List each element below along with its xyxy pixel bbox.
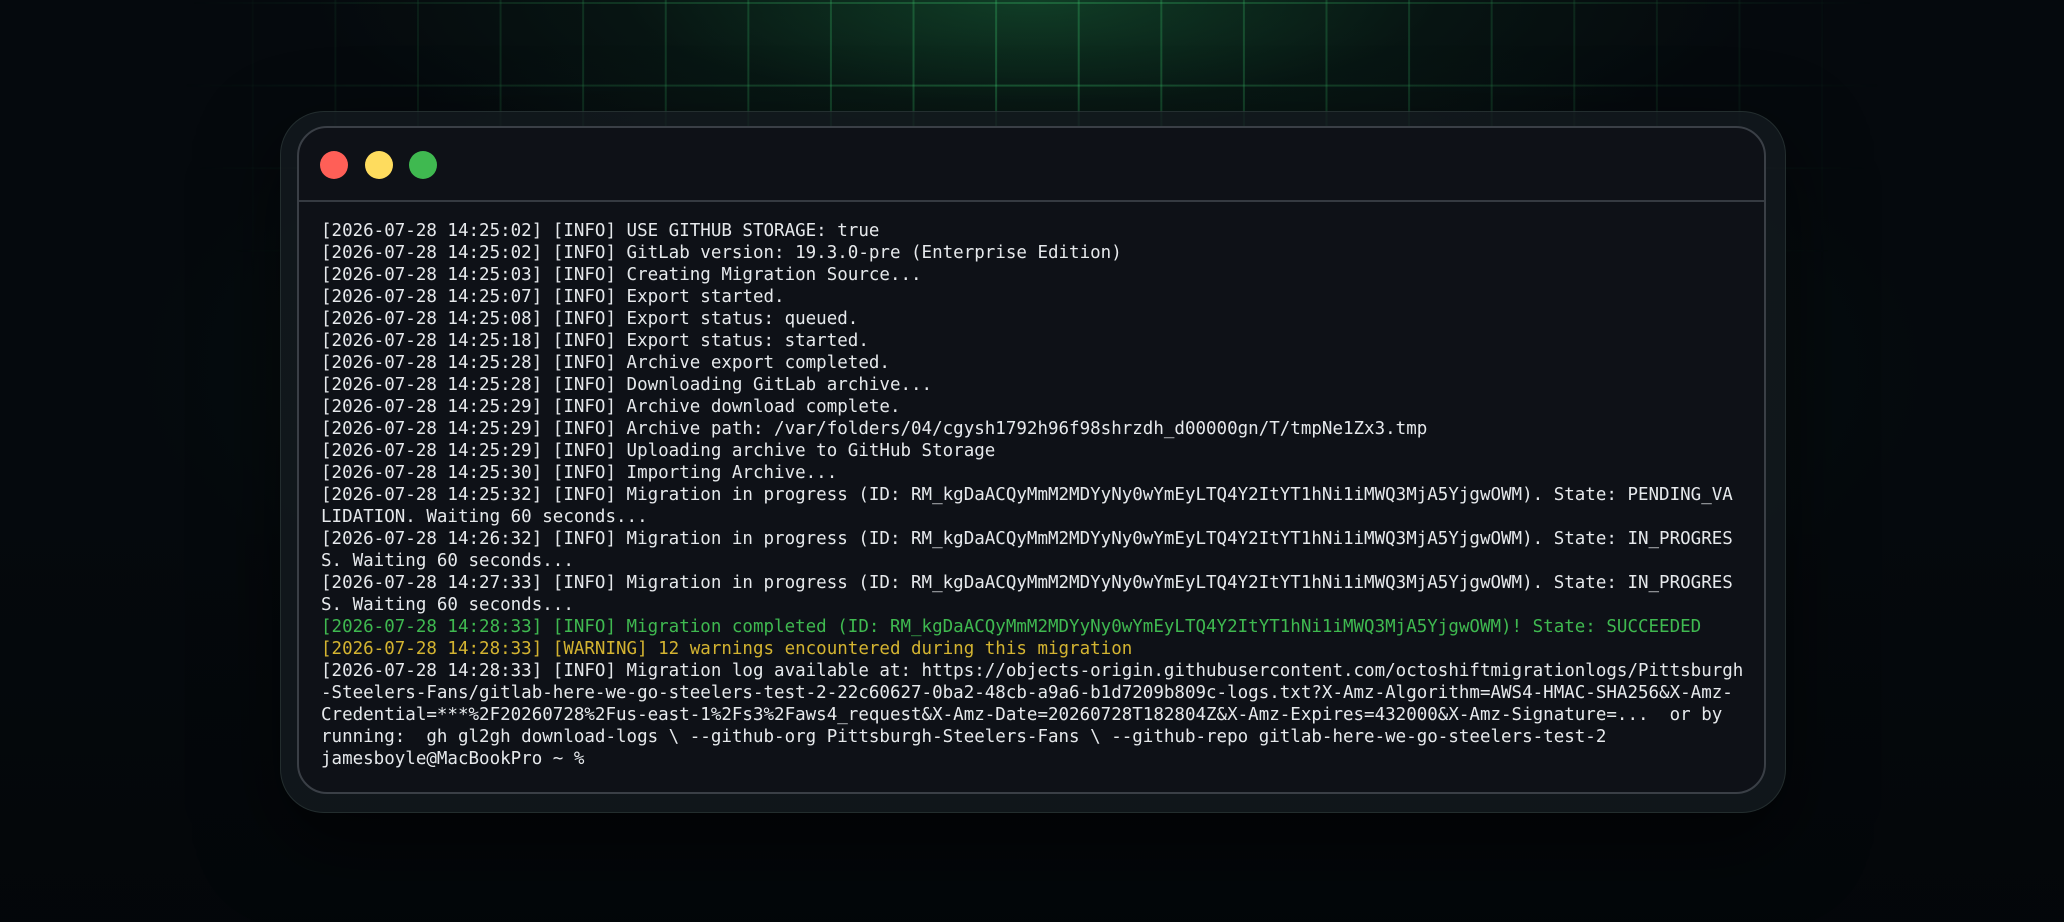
log-line: [2026-07-28 14:25:28] [INFO] Downloading… <box>321 375 933 395</box>
log-line: -Steelers-Fans/gitlab-here-we-go-steeler… <box>321 683 1733 703</box>
log-line: [2026-07-28 14:25:18] [INFO] Export stat… <box>321 331 869 351</box>
log-line: [2026-07-28 14:28:33] [INFO] Migration c… <box>321 617 1702 637</box>
close-button[interactable] <box>320 151 348 179</box>
log-line: running: gh gl2gh download-logs \ --gith… <box>321 727 1607 747</box>
log-line: [2026-07-28 14:28:33] [INFO] Migration l… <box>321 661 1744 681</box>
minimize-button[interactable] <box>365 151 393 179</box>
log-line: [2026-07-28 14:25:30] [INFO] Importing A… <box>321 463 838 483</box>
terminal-window: [2026-07-28 14:25:02] [INFO] USE GITHUB … <box>297 126 1766 794</box>
log-line: [2026-07-28 14:25:08] [INFO] Export stat… <box>321 309 859 329</box>
log-line: [2026-07-28 14:25:02] [INFO] GitLab vers… <box>321 243 1122 263</box>
log-line: [2026-07-28 14:25:29] [INFO] Uploading a… <box>321 441 996 461</box>
terminal-output[interactable]: [2026-07-28 14:25:02] [INFO] USE GITHUB … <box>321 220 1751 780</box>
title-bar <box>299 128 1764 202</box>
log-line: [2026-07-28 14:25:03] [INFO] Creating Mi… <box>321 265 922 285</box>
log-line: [2026-07-28 14:25:28] [INFO] Archive exp… <box>321 353 890 373</box>
log-line: Credential=***%2F20260728%2Fus-east-1%2F… <box>321 705 1723 725</box>
log-line: S. Waiting 60 seconds... <box>321 551 574 571</box>
log-line: [2026-07-28 14:25:32] [INFO] Migration i… <box>321 485 1733 505</box>
maximize-button[interactable] <box>409 151 437 179</box>
log-line: [2026-07-28 14:25:02] [INFO] USE GITHUB … <box>321 221 880 241</box>
log-line: [2026-07-28 14:25:07] [INFO] Export star… <box>321 287 785 307</box>
log-line: [2026-07-28 14:28:33] [WARNING] 12 warni… <box>321 639 1133 659</box>
log-line: S. Waiting 60 seconds... <box>321 595 574 615</box>
log-line: LIDATION. Waiting 60 seconds... <box>321 507 648 527</box>
log-line: [2026-07-28 14:26:32] [INFO] Migration i… <box>321 529 1733 549</box>
shell-prompt[interactable]: jamesboyle@MacBookPro ~ % <box>321 748 1751 770</box>
log-line: [2026-07-28 14:25:29] [INFO] Archive dow… <box>321 397 901 417</box>
log-line: [2026-07-28 14:25:29] [INFO] Archive pat… <box>321 419 1428 439</box>
log-line: [2026-07-28 14:27:33] [INFO] Migration i… <box>321 573 1733 593</box>
